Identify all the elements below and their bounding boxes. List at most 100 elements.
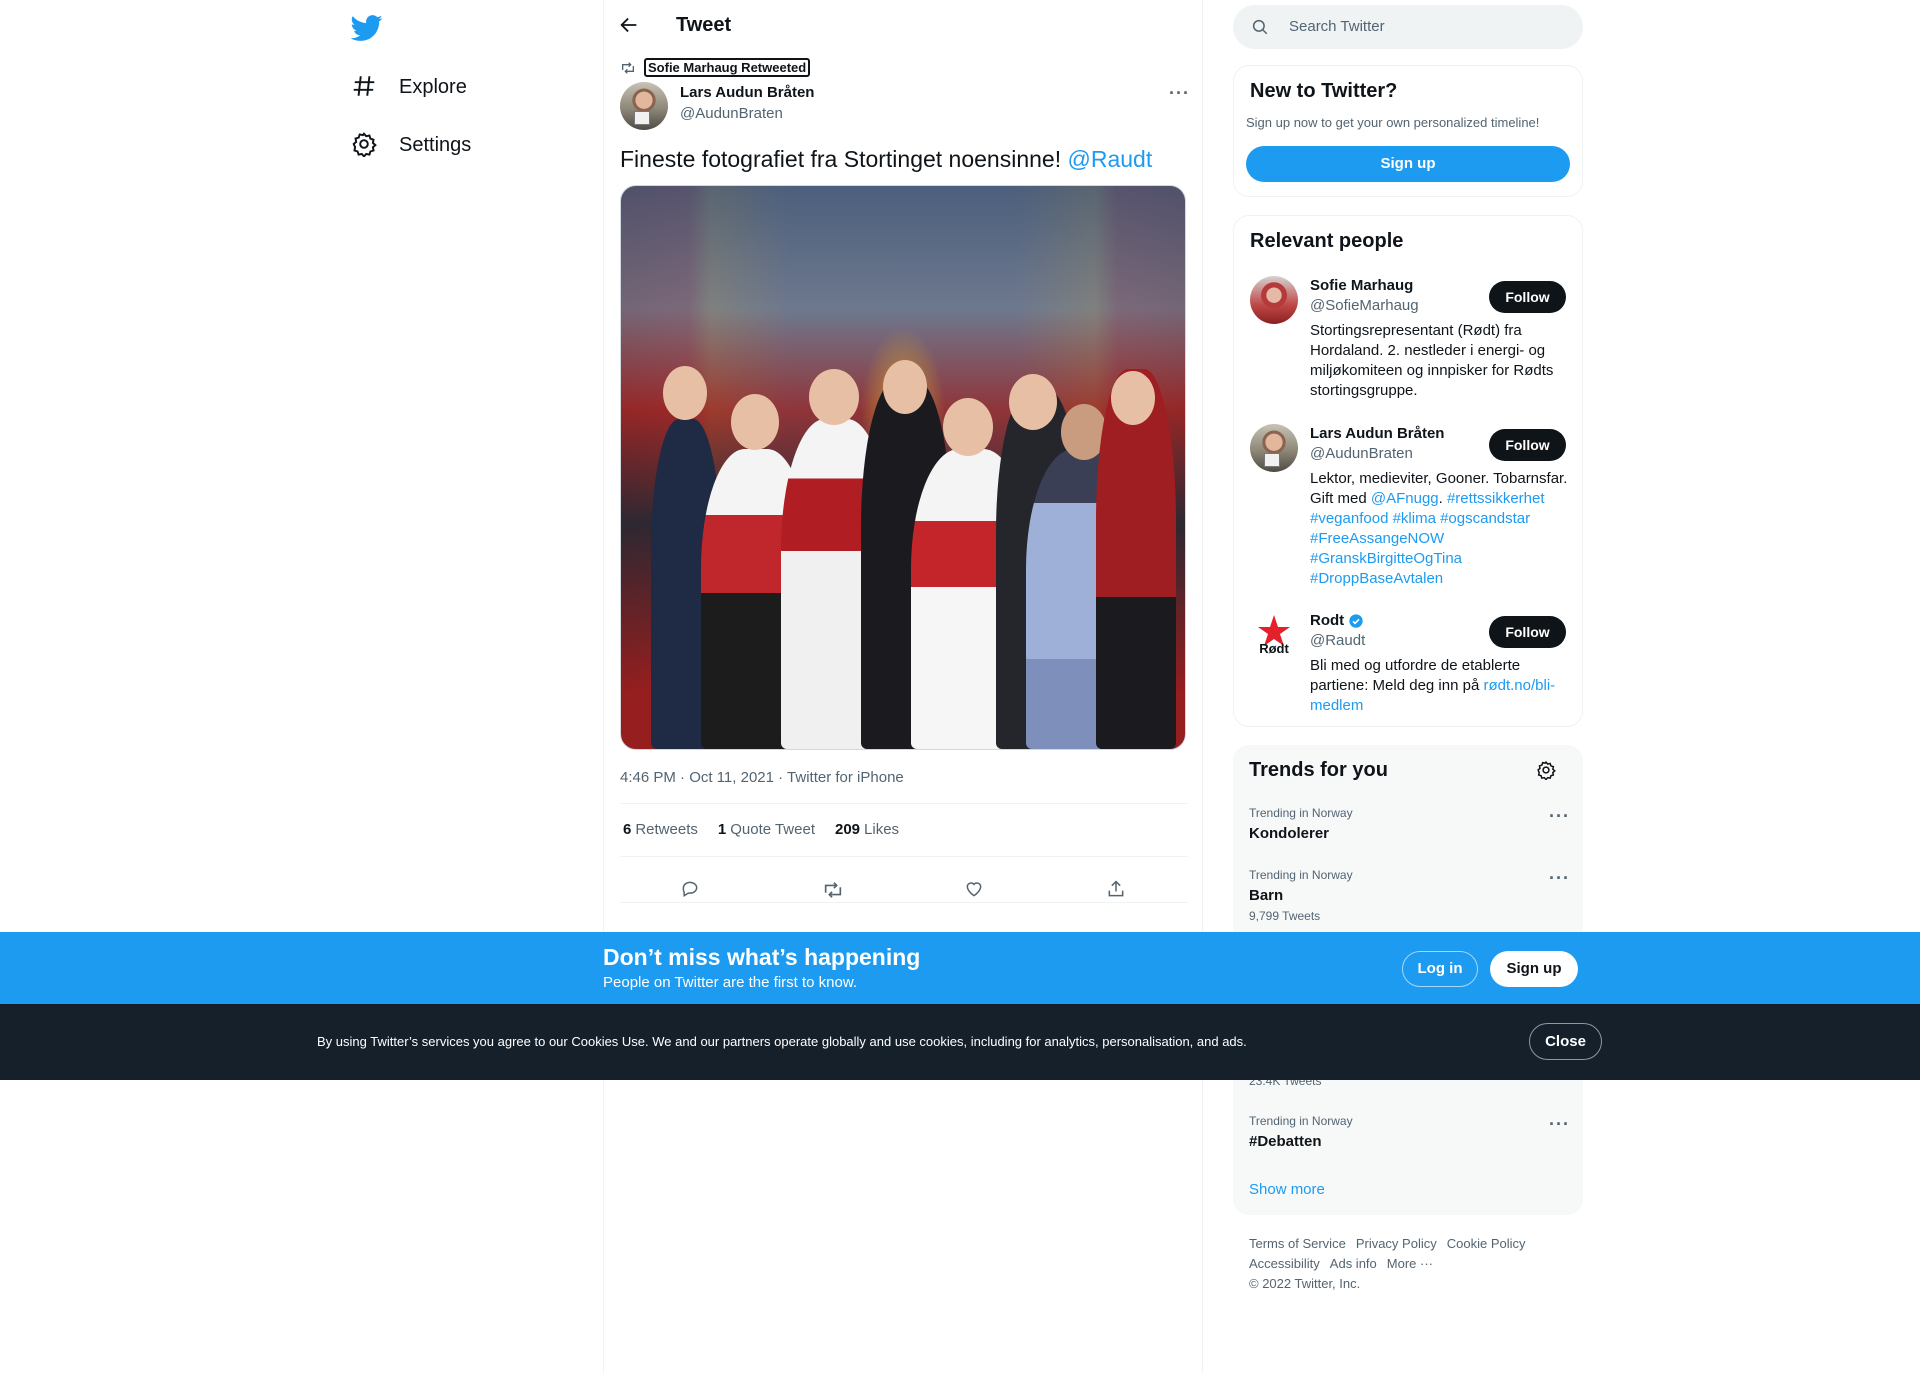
twitter-bird-icon[interactable]: [351, 12, 387, 48]
show-more-link[interactable]: Show more: [1249, 1181, 1325, 1198]
retweet-icon: [620, 60, 636, 76]
author-handle[interactable]: @AudunBraten: [680, 105, 783, 122]
likes-count: 209: [835, 821, 861, 838]
search-icon: [1251, 18, 1269, 36]
follow-button[interactable]: Follow: [1489, 616, 1566, 648]
photo-figure-head: [1111, 371, 1155, 425]
trend-more-icon[interactable]: ···: [1549, 807, 1570, 825]
cookie-bar: By using Twitter’s services you agree to…: [0, 1004, 1920, 1080]
photo-figure-head: [663, 366, 707, 420]
person-name-text: Rodt: [1310, 612, 1345, 629]
tweet-actions: [620, 870, 1188, 910]
new-to-twitter-title: New to Twitter?: [1250, 80, 1398, 102]
search-box[interactable]: Search Twitter: [1233, 5, 1583, 49]
divider: [620, 856, 1188, 857]
tweet-timestamp[interactable]: 4:46 PM · Oct 11, 2021 · Twitter for iPh…: [620, 769, 904, 786]
photo-figure-head: [731, 394, 779, 450]
person-handle[interactable]: @SofieMarhaug: [1310, 297, 1419, 314]
likes-label: Likes: [864, 821, 900, 838]
new-to-twitter-card: New to Twitter? Sign up now to get your …: [1233, 65, 1583, 197]
avatar[interactable]: [1250, 424, 1298, 472]
tweet-body: Fineste fotografiet fra Stortinget noens…: [620, 146, 1068, 172]
gear-icon: [351, 131, 379, 159]
photo-figure-head: [883, 360, 927, 414]
nav-settings[interactable]: Settings: [351, 125, 471, 165]
retweets-count: 6: [623, 821, 632, 838]
tweet-stats: 6 Retweets 1 Quote Tweet 209 Likes: [623, 821, 899, 838]
trend-context: Trending in Norway: [1249, 868, 1353, 882]
footer-link[interactable]: Ads info: [1330, 1254, 1377, 1274]
trends-settings-gear-icon[interactable]: [1536, 760, 1556, 780]
retweet-context: Sofie Marhaug Retweeted: [620, 58, 811, 77]
tweet-header: Tweet: [604, 0, 1204, 53]
divider: [620, 902, 1188, 903]
footer-more-link[interactable]: More ···: [1387, 1254, 1433, 1274]
quote-tweets-label: Quote Tweet: [730, 821, 815, 838]
quote-tweets-stat[interactable]: 1 Quote Tweet: [718, 821, 815, 838]
avatar[interactable]: [1250, 276, 1298, 324]
nav-explore[interactable]: Explore: [351, 67, 467, 107]
footer-links: Terms of Service Privacy Policy Cookie Pol…: [1249, 1234, 1569, 1294]
person-name[interactable]: Lars Audun Bråten: [1310, 425, 1444, 442]
log-in-button[interactable]: Log in: [1402, 951, 1478, 987]
quote-tweets-count: 1: [717, 821, 727, 838]
retweet-icon[interactable]: [822, 879, 844, 901]
more-options-icon[interactable]: ···: [1169, 84, 1190, 102]
author-name[interactable]: Lars Audun Bråten: [680, 84, 814, 101]
share-icon[interactable]: [1106, 879, 1128, 901]
photo-figure: [1096, 369, 1176, 749]
banner-sign-up-button[interactable]: Sign up: [1490, 951, 1578, 987]
trend-more-icon[interactable]: ···: [1549, 1115, 1570, 1133]
photo-figure-head: [943, 398, 993, 456]
banner-subtitle: People on Twitter are the first to know.: [603, 974, 858, 991]
trend-count: 9,799 Tweets: [1249, 909, 1321, 923]
person-handle[interactable]: @Raudt: [1310, 632, 1365, 649]
footer-link[interactable]: Privacy Policy: [1356, 1234, 1437, 1254]
trend-name[interactable]: #Debatten: [1249, 1133, 1322, 1150]
retweeted-by-link[interactable]: Sofie Marhaug Retweeted: [644, 58, 811, 77]
trend-name[interactable]: Barn: [1249, 887, 1283, 904]
photo-figure-head: [1009, 374, 1057, 430]
person-name[interactable]: Rodt: [1310, 612, 1364, 629]
trends-title: Trends for you: [1249, 759, 1388, 781]
person-name[interactable]: Sofie Marhaug: [1310, 277, 1413, 294]
retweets-stat[interactable]: 6 Retweets: [623, 821, 698, 838]
cookie-notice: By using Twitter’s services you agree to…: [317, 1034, 1247, 1049]
author-avatar[interactable]: [620, 82, 668, 130]
person-bio: Lektor, medieviter, Gooner. Tobarnsfar. …: [1310, 469, 1570, 589]
trend-more-icon[interactable]: ···: [1549, 869, 1570, 887]
reply-icon[interactable]: [680, 879, 702, 901]
likes-stat[interactable]: 209 Likes: [835, 821, 899, 838]
follow-button[interactable]: Follow: [1489, 281, 1566, 313]
footer-link[interactable]: Accessibility: [1249, 1254, 1320, 1274]
tweet-text: Fineste fotografiet fra Stortinget noens…: [620, 146, 1152, 173]
back-arrow-icon[interactable]: [618, 14, 642, 38]
tweet-mention-link[interactable]: @Raudt: [1068, 146, 1153, 172]
bio-mention-link[interactable]: @AFnugg: [1371, 490, 1439, 507]
person-handle[interactable]: @AudunBraten: [1310, 445, 1413, 462]
relevant-people-card: Relevant people Sofie Marhaug @SofieMarh…: [1233, 215, 1583, 727]
follow-button[interactable]: Follow: [1489, 429, 1566, 461]
footer-link[interactable]: Terms of Service: [1249, 1234, 1346, 1254]
banner-title: Don’t miss what’s happening: [603, 944, 921, 970]
rodt-logo[interactable]: Rødt: [1250, 611, 1298, 659]
copyright: © 2022 Twitter, Inc.: [1249, 1276, 1361, 1291]
close-cookie-button[interactable]: Close: [1529, 1023, 1602, 1060]
verified-badge-icon: [1348, 613, 1364, 629]
trend-context: Trending in Norway: [1249, 806, 1353, 820]
retweets-label: Retweets: [635, 821, 698, 838]
person-bio: Bli med og utfordre de etablerte partien…: [1310, 656, 1570, 716]
like-heart-icon[interactable]: [964, 879, 986, 901]
nav-settings-label: Settings: [399, 133, 472, 156]
tweet-photo[interactable]: [620, 185, 1186, 750]
search-input[interactable]: Search Twitter: [1289, 18, 1385, 35]
relevant-people-title: Relevant people: [1250, 230, 1404, 252]
footer-link[interactable]: Cookie Policy: [1447, 1234, 1526, 1254]
trend-name[interactable]: Kondolerer: [1249, 825, 1329, 842]
divider: [620, 803, 1188, 804]
sign-up-button[interactable]: Sign up: [1246, 146, 1570, 182]
hashtag-icon: [351, 73, 379, 101]
signup-banner: Don’t miss what’s happening People on Tw…: [0, 932, 1920, 1004]
page-title: Tweet: [676, 14, 732, 36]
trend-context: Trending in Norway: [1249, 1114, 1353, 1128]
